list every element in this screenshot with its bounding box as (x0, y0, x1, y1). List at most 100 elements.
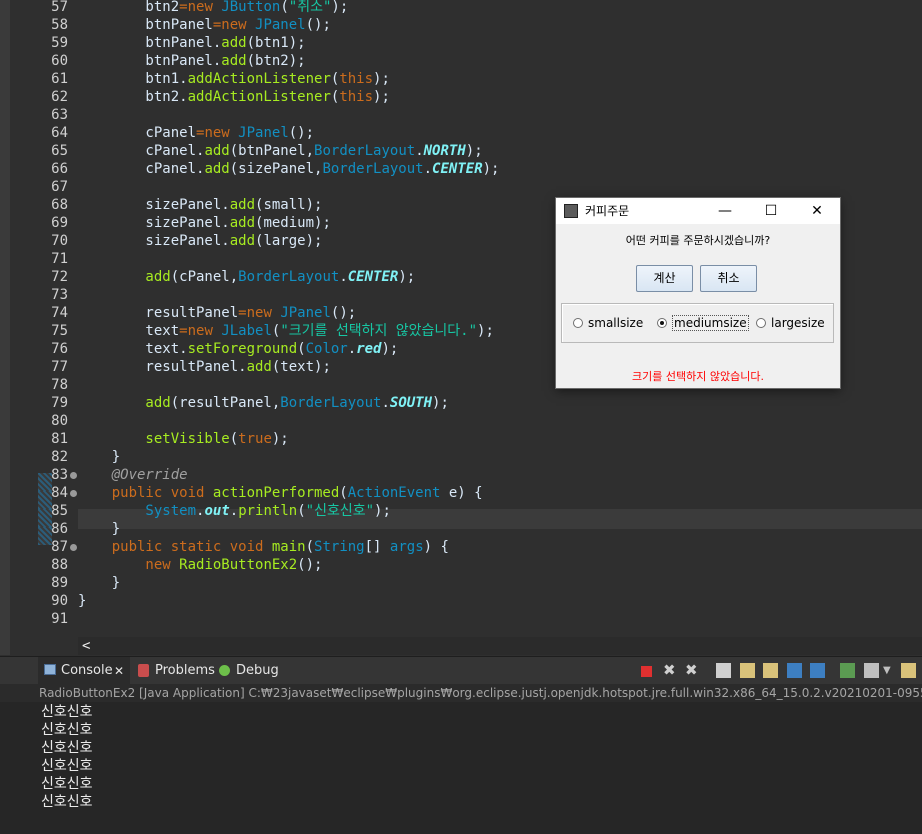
radio-large[interactable]: largesize (756, 315, 825, 331)
code-token: sizePanel. (78, 197, 230, 213)
display-console-icon[interactable] (864, 663, 879, 678)
pin-console-icon[interactable] (840, 663, 855, 678)
code-token: btnPanel. (78, 35, 222, 51)
code-token: (sizePanel, (229, 161, 323, 177)
code-line[interactable]: resultPanel=new JPanel(); (78, 304, 356, 322)
console-output-line: 신호신호 (41, 758, 93, 774)
chevron-down-icon[interactable]: ▼ (883, 663, 893, 678)
code-token: (); (305, 17, 331, 33)
code-line[interactable]: btn2=new JButton("취소"); (78, 0, 348, 16)
code-line[interactable]: resultPanel.add(text); (78, 358, 330, 376)
radio-small-indicator[interactable] (573, 318, 583, 328)
new-console-icon[interactable] (901, 663, 916, 678)
code-token: text. (78, 341, 188, 357)
show-on-stdout-icon[interactable] (787, 663, 802, 678)
code-token: ( (297, 503, 306, 519)
fold-toggle-icon[interactable] (70, 544, 77, 551)
remove-launch-icon[interactable]: ✖ (663, 663, 678, 678)
clear-console-icon[interactable] (716, 663, 731, 678)
code-token: ); (482, 161, 500, 177)
code-token: public static void (78, 539, 272, 555)
code-line[interactable]: sizePanel.add(medium); (78, 214, 331, 232)
code-token: BorderLayout (238, 269, 340, 285)
remove-all-launches-icon[interactable]: ✖ (685, 663, 700, 678)
code-line[interactable]: sizePanel.add(large); (78, 232, 322, 250)
show-on-stderr-icon[interactable] (810, 663, 825, 678)
console-output[interactable]: 신호신호 신호신호 신호신호 신호신호 신호신호 신호신호 (0, 702, 922, 834)
code-token: resultPanel (78, 305, 239, 321)
status-label: 크기를 선택하지 않았습니다. (632, 370, 764, 383)
close-button[interactable]: ✕ (794, 198, 840, 224)
tab-debug[interactable]: Debug (217, 657, 279, 685)
window-titlebar[interactable]: 커피주문 — ☐ ✕ (556, 198, 840, 224)
java-app-icon (564, 204, 578, 218)
calc-button[interactable]: 계산 (636, 265, 693, 292)
code-token: red (356, 341, 382, 357)
code-line[interactable]: add(cPanel,BorderLayout.CENTER); (78, 268, 415, 286)
code-line[interactable]: sizePanel.add(small); (78, 196, 322, 214)
word-wrap-icon[interactable] (763, 663, 778, 678)
scroll-lock-icon[interactable] (740, 663, 755, 678)
code-token: (medium); (255, 215, 331, 231)
code-token: JButton (221, 0, 281, 15)
code-line[interactable]: btn1.addActionListener(this); (78, 70, 390, 88)
code-token: cPanel. (78, 143, 205, 159)
code-token: sizePanel. (78, 233, 230, 249)
radio-medium-label: mediumsize (672, 315, 749, 331)
fold-toggle-icon[interactable] (70, 472, 77, 479)
code-line[interactable]: } (78, 592, 86, 610)
code-line[interactable]: setVisible(true); (78, 430, 289, 448)
code-token: out (204, 503, 230, 519)
code-line[interactable]: cPanel.add(sizePanel,BorderLayout.CENTER… (78, 160, 499, 178)
terminate-icon[interactable] (641, 666, 652, 677)
minimize-button[interactable]: — (702, 198, 748, 224)
line-number: 87 (51, 539, 68, 555)
code-token: ( (305, 539, 315, 555)
radio-small[interactable]: smallsize (573, 315, 643, 331)
code-line[interactable]: } (78, 448, 120, 466)
code-line[interactable]: btn2.addActionListener(this); (78, 88, 389, 106)
line-number: 78 (51, 377, 68, 393)
code-line[interactable]: } (78, 520, 120, 538)
cancel-button[interactable]: 취소 (700, 265, 757, 292)
code-line[interactable]: text.setForeground(Color.red); (78, 340, 398, 358)
radio-large-label: largesize (771, 316, 825, 330)
line-number: 79 (51, 395, 68, 411)
close-icon[interactable]: ✕ (114, 657, 124, 685)
code-line[interactable]: cPanel=new JPanel(); (78, 124, 314, 142)
code-token: btnPanel (78, 17, 213, 33)
code-line[interactable]: @Override (78, 466, 188, 484)
code-line[interactable]: public static void main(String[] args) { (78, 538, 449, 556)
code-line[interactable]: new RadioButtonEx2(); (78, 556, 322, 574)
code-token: } (78, 593, 87, 609)
code-line[interactable]: System.out.println("신호신호"); (78, 502, 390, 520)
code-line[interactable]: cPanel.add(btnPanel,BorderLayout.NORTH); (78, 142, 482, 160)
radio-medium[interactable]: mediumsize (657, 315, 749, 331)
code-line[interactable]: public void actionPerformed(ActionEvent … (78, 484, 483, 502)
code-token: (); (297, 557, 323, 573)
radio-large-indicator[interactable] (756, 318, 766, 328)
code-line[interactable]: btnPanel.add(btn2); (78, 52, 305, 70)
scroll-left-arrow-icon[interactable]: < (82, 638, 90, 654)
line-number: 64 (51, 125, 68, 141)
code-line[interactable]: btnPanel=new JPanel(); (78, 16, 331, 34)
horizontal-scrollbar[interactable]: < (78, 637, 922, 655)
tab-console[interactable]: Console ✕ (38, 657, 130, 685)
line-number: 86 (51, 521, 68, 537)
code-token: (resultPanel, (170, 395, 281, 411)
code-token: JPanel (280, 305, 331, 321)
fold-toggle-icon[interactable] (70, 490, 77, 497)
tab-problems[interactable]: Problems (136, 657, 215, 685)
maximize-button[interactable]: ☐ (748, 198, 794, 224)
code-token: ); (373, 71, 390, 87)
code-line[interactable]: btnPanel.add(btn1); (78, 34, 305, 52)
code-line[interactable]: text=new JLabel("크기를 선택하지 않았습니다."); (78, 322, 493, 340)
code-line[interactable]: add(resultPanel,BorderLayout.SOUTH); (78, 394, 448, 412)
line-number: 59 (51, 35, 68, 51)
code-token: ); (271, 431, 289, 447)
code-token: (); (330, 305, 357, 321)
code-line[interactable]: } (78, 574, 120, 592)
radio-medium-indicator[interactable] (657, 318, 667, 328)
line-number: 68 (51, 197, 68, 213)
code-token: add (246, 359, 272, 375)
